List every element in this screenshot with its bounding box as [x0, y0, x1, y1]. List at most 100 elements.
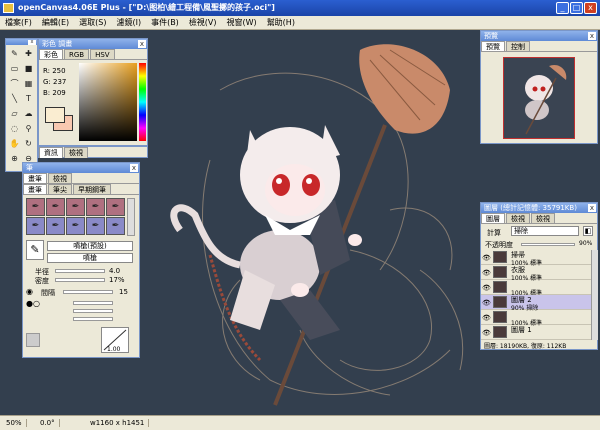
- brush-grid-scrollbar[interactable]: [127, 198, 135, 236]
- rect-select-icon[interactable]: ▭: [9, 63, 20, 74]
- brush-preset-tile[interactable]: ✒: [26, 217, 45, 235]
- brush-preset-tile[interactable]: ✒: [106, 217, 125, 235]
- layer-visibility-icon[interactable]: 👁: [482, 299, 491, 307]
- blend-mode-label: 計算: [487, 229, 501, 237]
- layer-row[interactable]: 👁 100% 標準: [481, 280, 591, 297]
- current-brush-icon: ✎: [26, 240, 44, 260]
- menu-event[interactable]: 事件(B): [146, 16, 184, 30]
- brush-name-field[interactable]: 噴槍: [47, 253, 133, 263]
- tab-brush-sub[interactable]: 畫筆: [23, 184, 47, 194]
- blur-icon[interactable]: ◌: [9, 123, 20, 134]
- layer-thumbnail: [493, 266, 507, 278]
- tab-brush-tip[interactable]: 筆尖: [48, 184, 72, 194]
- brush-preset-tile[interactable]: ✒: [26, 198, 45, 216]
- layer-visibility-icon[interactable]: 👁: [482, 254, 491, 262]
- layer-visibility-icon[interactable]: 👁: [482, 269, 491, 277]
- brush-preset-tile[interactable]: ✒: [86, 198, 105, 216]
- layer-visibility-icon[interactable]: 👁: [482, 314, 491, 322]
- text-icon[interactable]: T: [23, 93, 34, 104]
- tab-early-pen[interactable]: 早期鋼筆: [73, 184, 111, 194]
- brush-dots-icon: ●○: [26, 299, 40, 308]
- menu-filter[interactable]: 濾鏡(I): [111, 16, 146, 30]
- preview-panel-title: 預覽: [484, 32, 498, 40]
- brush-texture-swatch[interactable]: [26, 333, 40, 347]
- hand-icon[interactable]: ✋: [9, 138, 20, 149]
- hue-slider[interactable]: [139, 63, 146, 141]
- layer-row[interactable]: 👁 衣服 100% 標準: [481, 265, 591, 282]
- radius-slider[interactable]: [55, 269, 105, 273]
- close-button[interactable]: x: [584, 2, 597, 14]
- lasso-icon[interactable]: ⌒: [9, 78, 20, 89]
- layer-row[interactable]: 👁 掃帚 100% 標準: [481, 250, 591, 267]
- menu-view[interactable]: 檢視(V): [184, 16, 222, 30]
- color-panel-close-icon[interactable]: x: [138, 40, 146, 48]
- menu-window[interactable]: 視窗(W): [222, 16, 262, 30]
- layer-row[interactable]: 👁 100% 標準: [481, 310, 591, 327]
- zoom-in-icon[interactable]: ⊕: [9, 153, 20, 164]
- tab-brush[interactable]: 畫筆: [23, 173, 47, 183]
- menu-edit[interactable]: 編輯(E): [37, 16, 74, 30]
- tab-layer-view-2[interactable]: 檢視: [531, 213, 555, 223]
- tab-hsv[interactable]: HSV: [90, 49, 115, 59]
- tab-control[interactable]: 控制: [506, 41, 530, 51]
- brush-preset-tile[interactable]: ✒: [46, 198, 65, 216]
- line-icon[interactable]: ╲: [9, 93, 20, 104]
- option-slider-1[interactable]: [73, 301, 113, 305]
- status-canvas-size: w1160 x h1451: [90, 419, 150, 427]
- opacity-value: 90%: [579, 240, 593, 247]
- drawing-canvas[interactable]: [150, 30, 480, 415]
- tab-view-info[interactable]: 檢視: [64, 147, 88, 158]
- fill-icon[interactable]: ■: [23, 63, 34, 74]
- brush-panel-header: 筆x: [23, 163, 139, 173]
- layer-row[interactable]: 👁 圖層 1: [481, 325, 591, 340]
- tab-layer-view-1[interactable]: 檢視: [506, 213, 530, 223]
- brush-preset-tile[interactable]: ✒: [106, 198, 125, 216]
- brush-panel-close-icon[interactable]: x: [130, 164, 138, 172]
- tab-layers[interactable]: 圖層: [481, 213, 505, 223]
- radius-value: 4.0: [109, 267, 121, 275]
- info-tabs-strip: 資訊 檢視: [38, 146, 148, 158]
- spacing-slider[interactable]: [63, 290, 113, 294]
- preview-thumbnail[interactable]: [503, 57, 575, 139]
- tab-color[interactable]: 彩色: [39, 49, 63, 59]
- color-panel: 彩色 調畫 x 彩色 RGB HSV R: 250 G: 237 B: 209: [38, 38, 148, 146]
- tab-brush-view[interactable]: 檢視: [48, 173, 72, 183]
- layer-options-icon[interactable]: ◧: [583, 226, 593, 236]
- smudge-icon[interactable]: ☁: [23, 108, 34, 119]
- brush-preset-tile[interactable]: ✒: [86, 217, 105, 235]
- brush-preset-button[interactable]: 噴槍(預設): [47, 241, 133, 251]
- tab-rgb[interactable]: RGB: [64, 49, 90, 59]
- rotate-icon[interactable]: ↻: [23, 138, 34, 149]
- color-tabs: 彩色 RGB HSV: [39, 49, 147, 60]
- toolbox-header: x: [6, 39, 37, 45]
- maximize-button[interactable]: □: [570, 2, 583, 14]
- move-icon[interactable]: ✚: [23, 48, 34, 59]
- density-slider[interactable]: [55, 278, 105, 282]
- preview-panel-close-icon[interactable]: x: [588, 32, 596, 40]
- layer-list-scrollbar[interactable]: [591, 250, 598, 340]
- eyedropper-icon[interactable]: ⚲: [23, 123, 34, 134]
- brush-preset-tile[interactable]: ✒: [46, 217, 65, 235]
- opacity-slider[interactable]: [521, 243, 575, 246]
- brush-preset-tile[interactable]: ✒: [66, 217, 85, 235]
- layer-visibility-icon[interactable]: 👁: [482, 284, 491, 292]
- eraser-icon[interactable]: ▱: [9, 108, 20, 119]
- pen-icon[interactable]: ✎: [9, 48, 20, 59]
- layer-row[interactable]: 👁 圖層 2 90% 掃除: [481, 295, 591, 312]
- tab-info[interactable]: 資訊: [39, 147, 63, 158]
- blend-mode-select[interactable]: 掃除: [511, 226, 579, 236]
- menu-help[interactable]: 幫助(H): [262, 16, 300, 30]
- saturation-value-picker[interactable]: [79, 63, 137, 141]
- option-slider-2[interactable]: [73, 309, 113, 313]
- tab-preview[interactable]: 預覽: [481, 41, 505, 51]
- toolbox-close-icon[interactable]: x: [28, 40, 36, 45]
- menu-file[interactable]: 檔案(F): [0, 16, 37, 30]
- minimize-button[interactable]: _: [556, 2, 569, 14]
- option-slider-3[interactable]: [73, 317, 113, 321]
- brush-preset-tile[interactable]: ✒: [66, 198, 85, 216]
- foreground-color-swatch[interactable]: [45, 107, 65, 123]
- layer-visibility-icon[interactable]: 👁: [482, 329, 491, 337]
- menu-select[interactable]: 選取(S): [74, 16, 111, 30]
- layer-panel-close-icon[interactable]: x: [588, 204, 596, 212]
- gradient-icon[interactable]: ▦: [23, 78, 34, 89]
